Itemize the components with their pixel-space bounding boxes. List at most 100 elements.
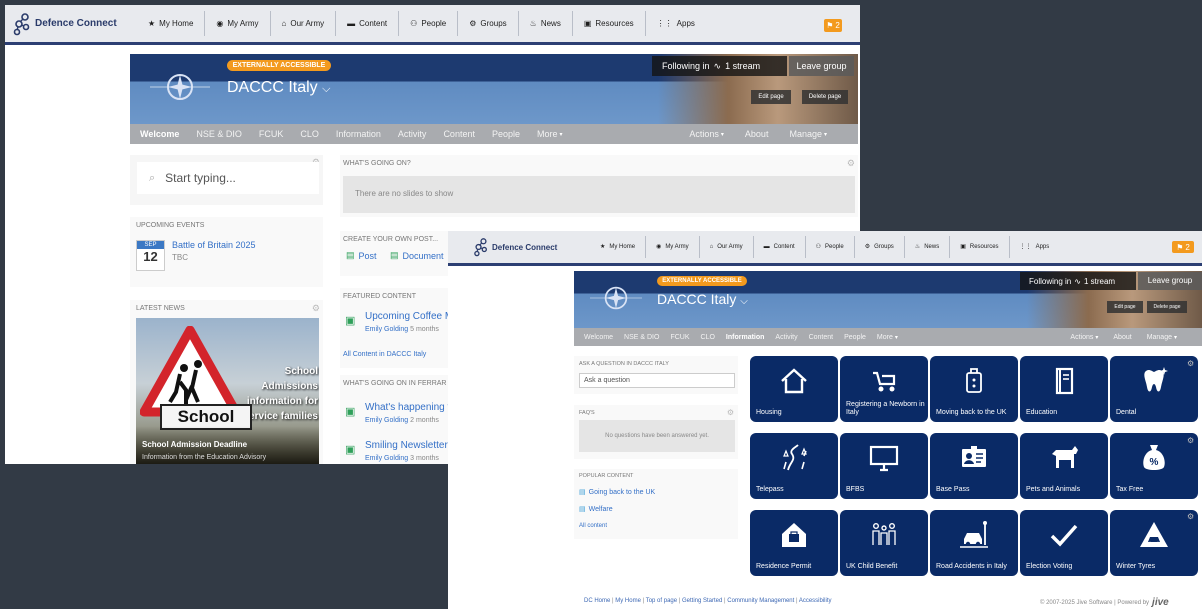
footer-link[interactable]: Top of page <box>646 598 677 604</box>
tab-welcome[interactable]: Welcome <box>584 334 613 341</box>
chevron-down-icon[interactable]: ⌵ <box>322 83 330 95</box>
event-title-link[interactable]: Battle of Britain 2025 <box>172 240 256 250</box>
tile-housing[interactable]: Housing <box>750 356 838 422</box>
ferrara-item-title[interactable]: What's happening t <box>365 402 450 413</box>
tab-activity[interactable]: Activity <box>398 129 427 139</box>
tab-clo[interactable]: CLO <box>300 129 319 139</box>
gear-icon[interactable]: ⚙ <box>1187 436 1194 445</box>
nav-item-resources[interactable]: ▣ Resources <box>571 10 645 37</box>
chevron-down-icon[interactable]: ▾ <box>1095 334 1098 341</box>
tab-welcome[interactable]: Welcome <box>140 129 179 139</box>
footer-link[interactable]: Accessibility <box>799 598 832 604</box>
nav-item-people[interactable]: ⚇ People <box>804 235 854 259</box>
search-input[interactable]: ⌕ Start typing... <box>137 162 319 194</box>
chevron-down-icon[interactable]: ▾ <box>824 131 827 138</box>
tile-dental[interactable]: Dental <box>1110 356 1198 422</box>
nav-item-my-home[interactable]: ★ My Home <box>590 236 645 258</box>
tab-people[interactable]: People <box>492 129 520 139</box>
chevron-down-icon[interactable]: ▾ <box>721 131 724 138</box>
featured-item-author[interactable]: Emily Golding <box>365 326 408 333</box>
tab-about[interactable]: About <box>745 129 769 139</box>
ferrara-item-title[interactable]: Smiling Newsletter <box>365 440 448 451</box>
footer-link[interactable]: My Home <box>615 598 641 604</box>
chevron-down-icon[interactable]: ▾ <box>1174 334 1177 341</box>
nav-item-my-army[interactable]: ◉ My Army <box>645 235 699 259</box>
chevron-down-icon[interactable]: ▾ <box>560 131 563 138</box>
nav-item-apps[interactable]: ⋮⋮ Apps <box>1008 235 1060 259</box>
footer-link[interactable]: Getting Started <box>682 598 722 604</box>
tab-content[interactable]: Content <box>809 334 834 341</box>
nav-item-my-home[interactable]: ★ My Home <box>137 11 204 37</box>
nav-item-groups[interactable]: ⚙ Groups <box>457 10 517 37</box>
delete-page-button[interactable]: Delete page <box>1147 301 1187 313</box>
tab-about[interactable]: About <box>1113 334 1131 341</box>
tab-manage[interactable]: Manage <box>1147 334 1172 341</box>
popular-item[interactable]: ▤ Going back to the UK <box>579 488 655 497</box>
nav-item-resources[interactable]: ▣ Resources <box>949 235 1008 259</box>
leave-group-button[interactable]: Leave group <box>789 56 854 76</box>
tab-information[interactable]: Information <box>336 129 381 139</box>
tab-manage[interactable]: Manage <box>789 129 822 139</box>
gear-icon[interactable]: ⚙ <box>312 303 320 314</box>
ferrara-item-author[interactable]: Emily Golding <box>365 417 408 424</box>
tab-nse-dio[interactable]: NSE & DIO <box>624 334 659 341</box>
tile-registering-a-newborn-in-italy[interactable]: Registering a Newborn in Italy <box>840 356 928 422</box>
tile-pets-and-animals[interactable]: Pets and Animals <box>1020 433 1108 499</box>
tab-more[interactable]: More <box>877 334 893 341</box>
all-content-link[interactable]: All content <box>579 523 607 529</box>
ask-question-input[interactable]: Ask a question <box>579 373 735 388</box>
nav-item-groups[interactable]: ⚙ Groups <box>853 235 904 259</box>
nav-item-our-army[interactable]: ⌂ Our Army <box>698 235 753 259</box>
tab-fcuk[interactable]: FCUK <box>259 129 284 139</box>
tile-tax-free[interactable]: % Tax Free <box>1110 433 1198 499</box>
nav-item-apps[interactable]: ⋮⋮ Apps <box>644 10 706 37</box>
gear-icon[interactable]: ⚙ <box>1187 359 1194 368</box>
tab-fcuk[interactable]: FCUK <box>670 334 689 341</box>
news-caption[interactable]: School Admission Deadline <box>142 440 247 449</box>
notification-badge[interactable]: ⚑ 2 <box>1172 241 1194 253</box>
news-image[interactable]: School Admissions information for Servic… <box>136 318 319 464</box>
nav-item-content[interactable]: ▬ Content <box>752 235 805 259</box>
tab-people[interactable]: People <box>844 334 866 341</box>
tile-base-pass[interactable]: Base Pass <box>930 433 1018 499</box>
tile-road-accidents-in-italy[interactable]: Road Accidents in Italy <box>930 510 1018 576</box>
chevron-down-icon[interactable]: ▾ <box>895 334 898 341</box>
all-content-link[interactable]: All Content in DACCC Italy <box>343 351 426 358</box>
nav-item-news[interactable]: ♨ News <box>903 235 949 259</box>
tile-winter-tyres[interactable]: Winter Tyres <box>1110 510 1198 576</box>
tile-uk-child-benefit[interactable]: UK Child Benefit <box>840 510 928 576</box>
tab-actions[interactable]: Actions <box>1070 334 1093 341</box>
brand[interactable]: Defence Connect <box>11 11 131 37</box>
chevron-down-icon[interactable]: ⌵ <box>740 296 748 307</box>
nav-item-our-army[interactable]: ⌂ Our Army <box>269 10 336 37</box>
tile-bfbs[interactable]: BFBS <box>840 433 928 499</box>
create-post-button[interactable]: ▤ Post <box>346 250 377 261</box>
edit-page-button[interactable]: Edit page <box>751 90 791 104</box>
tile-telepass[interactable]: Telepass <box>750 433 838 499</box>
featured-item-title[interactable]: Upcoming Coffee M <box>365 311 453 322</box>
nav-item-people[interactable]: ⚇ People <box>398 10 457 37</box>
nav-item-news[interactable]: ♨ News <box>517 10 572 37</box>
tab-content[interactable]: Content <box>443 129 475 139</box>
brand[interactable]: Defence Connect <box>472 236 584 258</box>
tab-information[interactable]: Information <box>726 334 765 341</box>
gear-icon[interactable]: ⚙ <box>727 408 734 417</box>
create-document-button[interactable]: ▤ Document <box>390 250 444 261</box>
tile-election-voting[interactable]: Election Voting <box>1020 510 1108 576</box>
tab-actions[interactable]: Actions <box>689 129 719 139</box>
nav-item-content[interactable]: ▬ Content <box>335 10 398 37</box>
following-button[interactable]: Following in ∿ 1 stream <box>1020 272 1136 290</box>
tile-education[interactable]: Education <box>1020 356 1108 422</box>
tile-moving-back-to-the-uk[interactable]: Moving back to the UK <box>930 356 1018 422</box>
notification-badge[interactable]: ⚑ 2 <box>824 19 842 32</box>
leave-group-button[interactable]: Leave group <box>1138 272 1202 290</box>
tile-residence-permit[interactable]: Residence Permit <box>750 510 838 576</box>
tab-activity[interactable]: Activity <box>775 334 797 341</box>
popular-item[interactable]: ▤ Welfare <box>579 505 613 514</box>
tab-clo[interactable]: CLO <box>701 334 715 341</box>
ferrara-item-author[interactable]: Emily Golding <box>365 455 408 462</box>
following-button[interactable]: Following in ∿ 1 stream <box>652 56 787 76</box>
footer-link[interactable]: DC Home <box>584 598 610 604</box>
tab-more[interactable]: More <box>537 129 558 139</box>
footer-link[interactable]: Community Management <box>727 598 794 604</box>
